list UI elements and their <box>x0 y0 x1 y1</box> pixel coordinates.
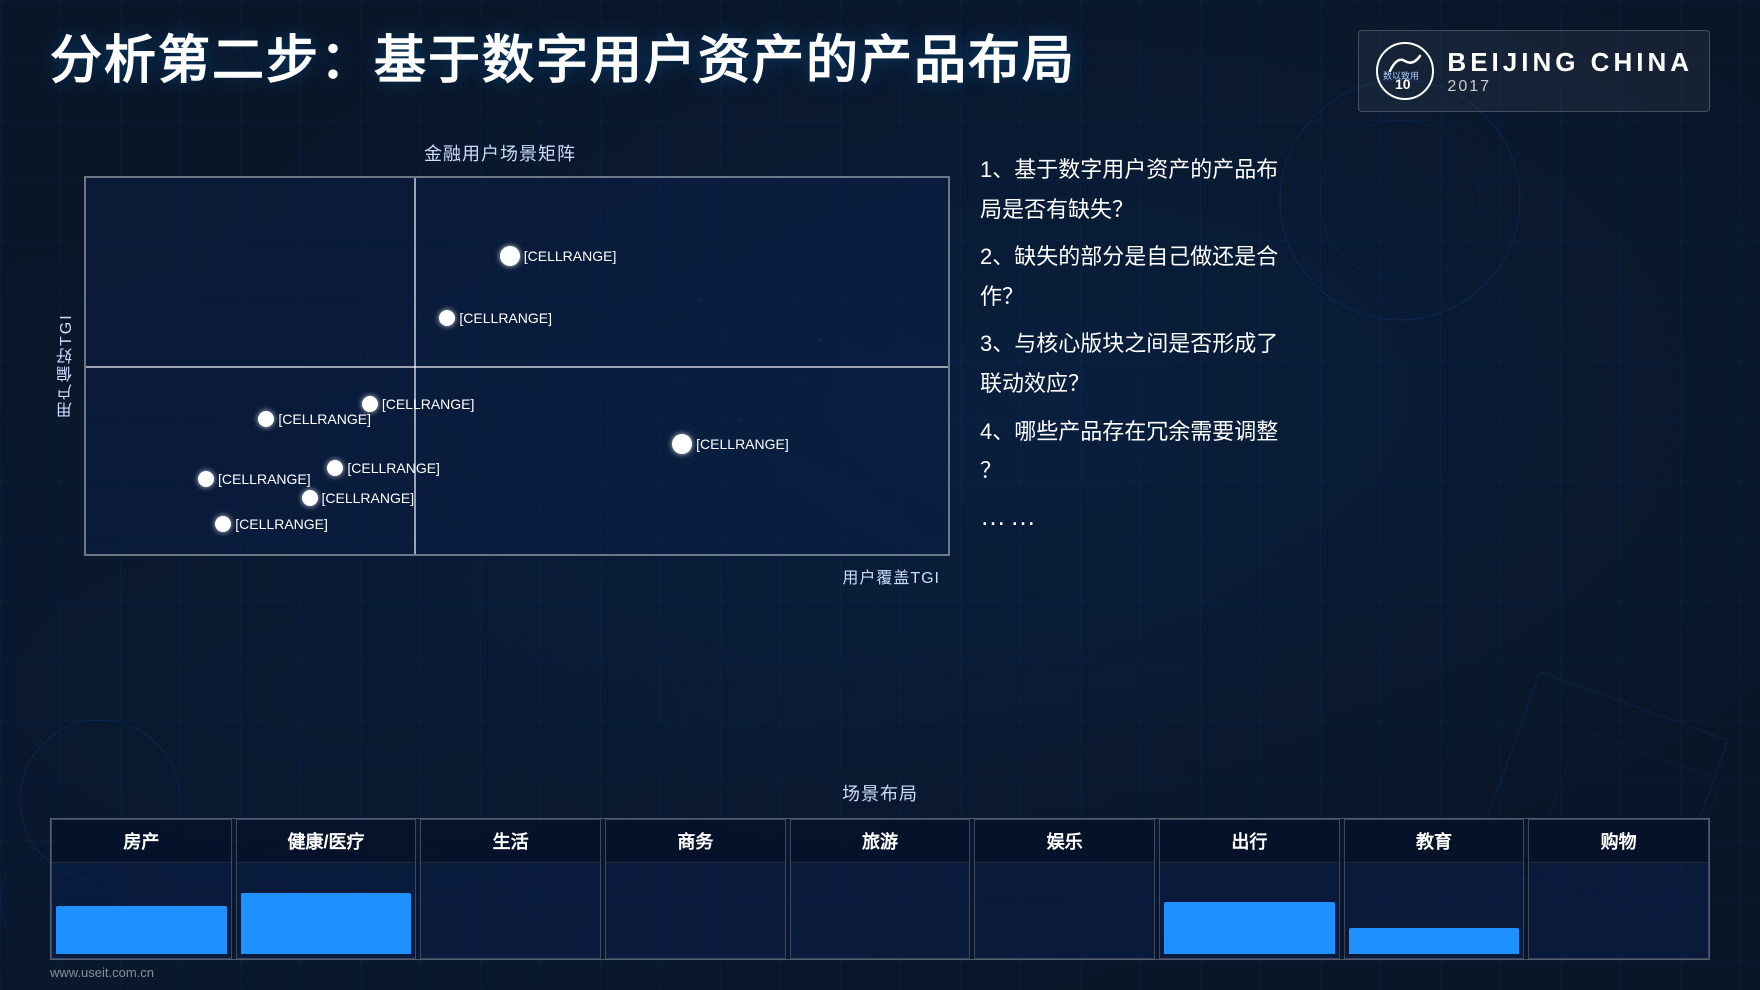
analysis-item-2: 2、缺失的部分是自己做还是合作？ <box>980 237 1710 316</box>
scene-header-shopping: 购物 <box>1529 820 1708 863</box>
scene-header-transport: 出行 <box>1160 820 1339 863</box>
dot-label-7: [CELLRANGE] <box>322 490 415 506</box>
dot-4 <box>439 310 455 326</box>
ellipsis-text: …… <box>980 501 1710 532</box>
scene-bar-area-9 <box>1529 863 1708 958</box>
scene-header-life: 生活 <box>421 820 600 863</box>
scene-header-entertainment: 娱乐 <box>975 820 1154 863</box>
scene-header-fangchan: 房产 <box>52 820 231 863</box>
dot-7 <box>302 490 318 506</box>
scene-header-health: 健康/医疗 <box>237 820 416 863</box>
scene-cell-transport: 出行 <box>1159 819 1340 959</box>
dot-label-6: [CELLRANGE] <box>235 516 328 532</box>
header: 分析第二步：基于数字用户资产的产品布局 10 数以致用 BEIJING CHIN… <box>50 30 1710 112</box>
dot-6 <box>215 516 231 532</box>
logo-area: 10 数以致用 BEIJING CHINA 2017 <box>1358 30 1710 112</box>
data-point-4: [CELLRANGE] <box>439 310 552 326</box>
scene-bar-area-1 <box>52 863 231 958</box>
scene-bar-area-7 <box>1160 863 1339 958</box>
logo-icon: 10 数以致用 <box>1375 41 1435 101</box>
x-axis-label: 用户覆盖TGI <box>50 564 950 588</box>
analysis-item-3: 3、与核心版块之间是否形成了联动效应？ <box>980 324 1710 403</box>
logo-text: BEIJING CHINA 2017 <box>1447 47 1693 96</box>
dot-9 <box>672 434 692 454</box>
data-point-7: [CELLRANGE] <box>302 490 415 506</box>
dot-label-5: [CELLRANGE] <box>524 248 617 264</box>
scene-bar-1 <box>56 906 227 954</box>
scene-cell-entertainment: 娱乐 <box>974 819 1155 959</box>
content-area: 金融用户场景矩阵 用户偏好TGI [CELLRANGE] [CELLRANG <box>50 140 1710 588</box>
scene-bar-area-8 <box>1345 863 1524 958</box>
scene-cell-life: 生活 <box>420 819 601 959</box>
logo-main-text: BEIJING CHINA <box>1447 47 1693 78</box>
chart-container: 用户偏好TGI [CELLRANGE] [CELLRANGE] <box>50 176 950 556</box>
data-point-1: [CELLRANGE] <box>327 460 440 476</box>
scene-cell-health: 健康/医疗 <box>236 819 417 959</box>
svg-text:数以致用: 数以致用 <box>1383 70 1419 81</box>
scene-bar-area-4 <box>606 863 785 958</box>
dot-2 <box>362 396 378 412</box>
dot-label-3: [CELLRANGE] <box>278 411 371 427</box>
dot-5 <box>500 246 520 266</box>
scene-bar-area-5 <box>791 863 970 958</box>
data-point-6: [CELLRANGE] <box>215 516 328 532</box>
dot-label-4: [CELLRANGE] <box>459 310 552 326</box>
scene-cell-business: 商务 <box>605 819 786 959</box>
scene-title: 场景布局 <box>50 780 1710 806</box>
analysis-item-1: 1、基于数字用户资产的产品布局是否有缺失？ <box>980 150 1710 229</box>
bottom-section: 场景布局 房产 健康/医疗 生活 商务 <box>50 780 1710 960</box>
footer-url: www.useit.com.cn <box>50 965 154 980</box>
dot-label-8: [CELLRANGE] <box>218 471 311 487</box>
scene-header-education: 教育 <box>1345 820 1524 863</box>
analysis-item-4: 4、哪些产品存在冗余需要调整？ <box>980 412 1710 491</box>
dot-label-2: [CELLRANGE] <box>382 396 475 412</box>
horizontal-divider <box>86 366 948 368</box>
dot-label-9: [CELLRANGE] <box>696 436 789 452</box>
scene-header-business: 商务 <box>606 820 785 863</box>
y-axis-label: 用户偏好TGI <box>50 176 84 556</box>
dot-8 <box>198 471 214 487</box>
data-point-5: [CELLRANGE] <box>500 246 617 266</box>
scene-cell-shopping: 购物 <box>1528 819 1709 959</box>
data-point-9: [CELLRANGE] <box>672 434 789 454</box>
scene-header-travel: 旅游 <box>791 820 970 863</box>
scene-bar-area-2 <box>237 863 416 958</box>
scene-cell-fangchan: 房产 <box>51 819 232 959</box>
page-title: 分析第二步：基于数字用户资产的产品布局 <box>50 30 1076 92</box>
analysis-text: 1、基于数字用户资产的产品布局是否有缺失？ 2、缺失的部分是自己做还是合作？ 3… <box>980 150 1710 491</box>
scene-bar-2 <box>241 893 412 954</box>
chart-section: 金融用户场景矩阵 用户偏好TGI [CELLRANGE] [CELLRANG <box>50 140 950 588</box>
scene-cell-education: 教育 <box>1344 819 1525 959</box>
logo-year: 2017 <box>1447 78 1693 96</box>
chart-title: 金融用户场景矩阵 <box>50 140 950 166</box>
dot-3 <box>258 411 274 427</box>
scene-cell-travel: 旅游 <box>790 819 971 959</box>
scene-bar-8 <box>1349 928 1520 954</box>
analysis-section: 1、基于数字用户资产的产品布局是否有缺失？ 2、缺失的部分是自己做还是合作？ 3… <box>980 140 1710 588</box>
data-point-2: [CELLRANGE] <box>362 396 475 412</box>
scatter-plot: [CELLRANGE] [CELLRANGE] [CELLRANGE] [CEL… <box>84 176 950 556</box>
dot-label-1: [CELLRANGE] <box>347 460 440 476</box>
scene-grid: 房产 健康/医疗 生活 商务 旅游 <box>50 818 1710 960</box>
scene-bar-area-3 <box>421 863 600 958</box>
data-point-8: [CELLRANGE] <box>198 471 311 487</box>
data-point-3: [CELLRANGE] <box>258 411 371 427</box>
scene-bar-7 <box>1164 902 1335 954</box>
scene-bar-area-6 <box>975 863 1154 958</box>
dot-1 <box>327 460 343 476</box>
